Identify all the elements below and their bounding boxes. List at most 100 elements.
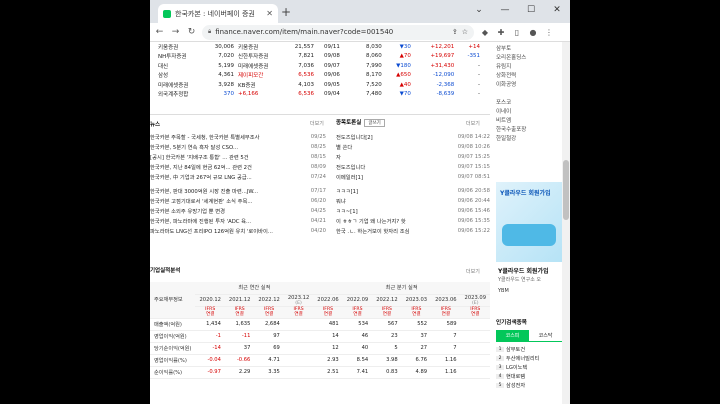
puzzle-extensions-icon[interactable]: ✚ bbox=[494, 28, 508, 37]
sidebar-stock-item[interactable]: 포스코 bbox=[496, 98, 526, 107]
sidebar-stock-item[interactable]: 삼부토 bbox=[496, 44, 526, 53]
tab-search-icon[interactable]: ⌄ bbox=[466, 0, 492, 20]
share-icon[interactable]: ⇪ bbox=[452, 28, 458, 36]
popular-name[interactable]: 삼성전자 bbox=[506, 382, 525, 389]
news-item[interactable]: [공시] 한국카본 '지배구조 통합' ... 관련 5건 08/15 bbox=[150, 152, 326, 162]
profile-avatar-icon[interactable]: ● bbox=[526, 28, 540, 37]
board-item-title[interactable]: ㅋㅋㅋ[1] bbox=[336, 187, 444, 195]
board-item[interactable]: 별 쏜다 09/08 10:26 bbox=[336, 142, 490, 152]
news-item-title[interactable]: 한국카본, 지난 84일에 현금 62억... 관련 2건 bbox=[150, 163, 302, 171]
popular-item[interactable]: 5 삼성전자 bbox=[496, 381, 562, 390]
write-post-button[interactable]: 글쓰기 bbox=[364, 119, 385, 127]
popular-item[interactable]: 2 두산에너빌리티 bbox=[496, 354, 562, 363]
financials-more-link[interactable]: 더보기 bbox=[466, 268, 480, 275]
financial-value: 69 bbox=[254, 342, 284, 355]
board-item-title[interactable]: 자 bbox=[336, 153, 444, 161]
sidebar-stock-item[interactable]: 비트엠 bbox=[496, 116, 526, 125]
lock-icon[interactable]: 🔒︎ bbox=[208, 28, 211, 36]
broker-cell: +6,166 bbox=[237, 91, 259, 98]
menu-kebab-icon[interactable]: ⋮ bbox=[542, 28, 556, 37]
popular-item[interactable]: 3 LG이노텍 bbox=[496, 363, 562, 372]
popular-item[interactable]: 1 삼부토건 bbox=[496, 345, 562, 354]
news-item-title[interactable]: 한국카본, 판대 3000억원 시장 진출 마련...JW... bbox=[150, 187, 302, 195]
news-item-title[interactable]: 한국카본 고점기대로서 '세계현판' 소식 주목... bbox=[150, 197, 302, 205]
sidebar-stock-item[interactable]: 유림지 bbox=[496, 62, 526, 71]
news-item[interactable]: 한국카본, 파노라마에 진행된 투자 'ADC 육... 04/21 bbox=[150, 216, 326, 226]
ad-caption[interactable]: Y클라우드 회원가입 bbox=[498, 266, 549, 275]
board-item-title[interactable]: 이 ㅎㅎㄱ 기업 왜 나는거지? 핫 bbox=[336, 217, 444, 225]
board-item[interactable]: 이메일러[1] 09/07 08:51 bbox=[336, 172, 490, 182]
scrollbar-thumb[interactable] bbox=[563, 160, 569, 220]
back-icon[interactable]: ← bbox=[153, 27, 166, 37]
board-item-title[interactable]: 이메일러[1] bbox=[336, 173, 444, 181]
news-item-title[interactable]: 파노라마도 LNG선 프리IPO 126억원 유치 '로이바이... bbox=[150, 227, 302, 235]
news-item[interactable]: 한국카본 주목할 - 국세청, 한국카본 특별세무조사 09/25 bbox=[150, 132, 326, 142]
news-item[interactable]: 한국카본 소외주 유망기업 뿐 변경 04/25 bbox=[150, 206, 326, 216]
basis-label: 연결 bbox=[323, 312, 333, 317]
news-item[interactable]: 한국카본, 지난 84일에 현금 62억... 관련 2건 08/09 bbox=[150, 162, 326, 172]
close-tab-icon[interactable]: ✕ bbox=[266, 9, 273, 18]
maximize-icon[interactable]: ☐ bbox=[518, 0, 544, 20]
address-bar[interactable]: 🔒︎ finance.naver.com/item/main.naver?cod… bbox=[202, 24, 474, 40]
news-item-title[interactable]: 한국카본, 파노라마에 진행된 투자 'ADC 육... bbox=[150, 217, 302, 225]
board-item[interactable]: 한국 .ㄴ. 하는거보이 핫자리 조심 09/06 15:22 bbox=[336, 226, 490, 236]
page-scrollbar[interactable] bbox=[562, 42, 570, 404]
news-item-title[interactable]: [공시] 한국카본 '지배구조 통합' ... 관련 5건 bbox=[150, 153, 302, 161]
sidebar-stock-item[interactable]: 오리온홀딩스 bbox=[496, 53, 526, 62]
sidebar-stock-item[interactable]: 한일철강 bbox=[496, 134, 526, 143]
board-item-title[interactable]: 전도즈입니다 bbox=[336, 163, 444, 171]
board-item[interactable]: 자 09/07 15:25 bbox=[336, 152, 490, 162]
news-item-title[interactable]: 한국카본 주목할 - 국세청, 한국카본 특별세무조사 bbox=[150, 133, 302, 141]
board-item[interactable]: ㅋㅋㅋ[1] 09/06 20:58 bbox=[336, 186, 490, 196]
board-item[interactable]: ㅋㅋ~[1] 09/06 15:46 bbox=[336, 206, 490, 216]
popular-name[interactable]: 삼부토건 bbox=[506, 346, 525, 353]
minimize-icon[interactable]: — bbox=[492, 0, 518, 20]
sidebar-stock-item[interactable]: 이화공영 bbox=[496, 80, 526, 89]
financials-table: 주요재무정보 최근 연간 실적 최근 분기 실적 2020.12 2021.12 2… bbox=[150, 282, 490, 379]
financial-value: 5 bbox=[372, 342, 402, 355]
news-item[interactable]: 한국카본, 5분기 연속 흑자 달성 CSO... 08/25 bbox=[150, 142, 326, 152]
sidepanel-icon[interactable]: ▯ bbox=[510, 28, 524, 37]
bookmark-star-icon[interactable]: ☆ bbox=[462, 28, 468, 36]
financial-value: 23 bbox=[372, 330, 402, 343]
news-item[interactable]: 한국카본, 판대 3000억원 시장 진출 마련...JW... 07/17 bbox=[150, 186, 326, 196]
news-more-link[interactable]: 더보기 bbox=[310, 120, 324, 127]
board-item-title[interactable]: 한국 .ㄴ. 하는거보이 핫자리 조심 bbox=[336, 227, 444, 235]
sidebar-stock-item[interactable]: 상화전력 bbox=[496, 71, 526, 80]
sidebar-stock-item[interactable] bbox=[496, 89, 526, 98]
popular-name[interactable]: LG이노텍 bbox=[506, 364, 527, 371]
board-item-title[interactable]: 뭐냐 bbox=[336, 197, 444, 205]
reload-icon[interactable]: ↻ bbox=[185, 27, 198, 37]
board-item-title[interactable]: 별 쏜다 bbox=[336, 143, 444, 151]
news-item-title[interactable]: 한국카본 소외주 유망기업 뿐 변경 bbox=[150, 207, 302, 215]
tab-kosdaq[interactable]: 코스닥 bbox=[529, 330, 562, 341]
ad-banner[interactable]: Y클라우드 회원가입 Y클라우드 회원가입 Y클라우드 연구소 오 YBM bbox=[496, 182, 562, 300]
board-item[interactable]: 뭐냐 09/06 20:44 bbox=[336, 196, 490, 206]
sidebar-stock-item[interactable]: 한국수출포장 bbox=[496, 125, 526, 134]
forward-icon[interactable]: → bbox=[169, 27, 182, 37]
basis-label: 연결 bbox=[412, 312, 421, 317]
news-item[interactable]: 한국카본 고점기대로서 '세계현판' 소식 주목... 06/20 bbox=[150, 196, 326, 206]
news-item-title[interactable]: 한국카본, 中 기업과 267억 규모 LNG 공급... bbox=[150, 173, 302, 181]
sidebar-stock-item[interactable]: 이네이 bbox=[496, 107, 526, 116]
news-item[interactable]: 한국카본, 中 기업과 267억 규모 LNG 공급... 07/24 bbox=[150, 172, 326, 182]
popular-name[interactable]: 두산에너빌리티 bbox=[506, 355, 539, 362]
tab-kospi[interactable]: 코스피 bbox=[496, 330, 529, 341]
news-item-title[interactable]: 한국카본, 5분기 연속 흑자 달성 CSO... bbox=[150, 143, 302, 151]
browser-tab[interactable]: 한국카본 : 네이버페이 증권 ✕ bbox=[158, 4, 278, 23]
board-item-title[interactable]: 전도즈입니다[2] bbox=[336, 133, 444, 141]
board-item[interactable]: 전도즈입니다 09/07 15:15 bbox=[336, 162, 490, 172]
daily-cell: 8,060 bbox=[365, 53, 382, 60]
broker-row: 외국계추정합 370 +6,166 6,536 bbox=[156, 90, 316, 100]
board-more-link[interactable]: 더보기 bbox=[466, 120, 480, 127]
extension-icon[interactable]: ◆ bbox=[478, 28, 492, 37]
ad-image[interactable]: Y클라우드 회원가입 bbox=[496, 182, 562, 262]
popular-name[interactable]: 현대로템 bbox=[506, 373, 525, 380]
board-item[interactable]: 전도즈입니다[2] 09/08 14:22 bbox=[336, 132, 490, 142]
new-tab-button[interactable]: + bbox=[281, 5, 291, 19]
board-item-title[interactable]: ㅋㅋ~[1] bbox=[336, 207, 444, 215]
board-item[interactable]: 이 ㅎㅎㄱ 기업 왜 나는거지? 핫 09/06 15:35 bbox=[336, 216, 490, 226]
close-window-icon[interactable]: ✕ bbox=[544, 0, 570, 20]
news-item[interactable]: 파노라마도 LNG선 프리IPO 126억원 유치 '로이바이... 04/20 bbox=[150, 226, 326, 236]
popular-item[interactable]: 4 현대로템 bbox=[496, 372, 562, 381]
